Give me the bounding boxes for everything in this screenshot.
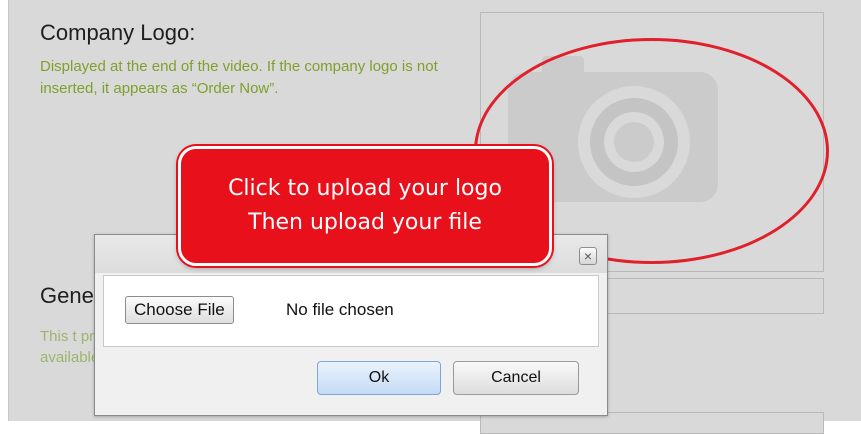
company-logo-description: Displayed at the end of the video. If th… xyxy=(40,58,438,97)
company-logo-label: Company Logo: xyxy=(40,20,196,45)
instruction-callout: Click to upload your logo Then upload yo… xyxy=(178,146,552,266)
choose-file-button[interactable]: Choose File xyxy=(125,296,234,324)
file-status-text: No file chosen xyxy=(286,300,394,319)
general-label: Gene xyxy=(40,283,94,308)
close-icon[interactable]: × xyxy=(579,247,597,265)
cancel-button[interactable]: Cancel xyxy=(453,361,579,395)
file-input-area: Choose File No file chosen xyxy=(103,275,599,347)
ok-button[interactable]: Ok xyxy=(317,361,441,395)
callout-line-2: Then upload your file xyxy=(248,210,482,235)
callout-line-1: Click to upload your logo xyxy=(228,176,502,201)
